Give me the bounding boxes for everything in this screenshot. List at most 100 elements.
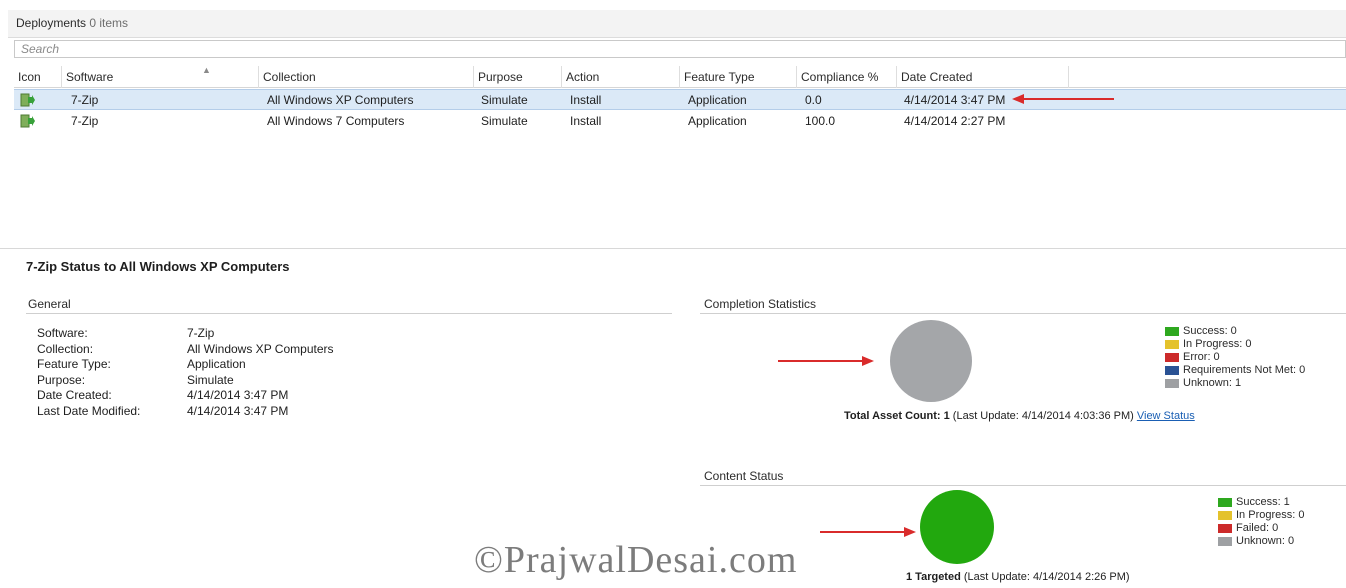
completion-summary: Total Asset Count: 1 (Last Update: 4/14/… [844,410,1195,422]
col-header-compliance[interactable]: Compliance % [797,66,897,88]
row-feature-type: Application [688,114,747,128]
legend-item-unknown: Unknown: 1 [1165,377,1305,390]
row-feature-type: Application [688,93,747,107]
legend-label: In Progress: 0 [1236,509,1305,521]
completion-pie-chart[interactable] [890,320,972,402]
col-header-feature-type[interactable]: Feature Type [680,66,797,88]
col-header-action[interactable]: Action [562,66,680,88]
general-section-heading: General [28,297,71,311]
legend-swatch [1218,524,1232,533]
col-header-collection[interactable]: Collection [259,66,474,88]
legend-item-in-progress: In Progress: 0 [1165,338,1305,351]
row-software: 7-Zip [71,114,99,128]
top-margin [0,0,1346,10]
content-status-heading: Content Status [704,469,784,483]
col-header-purpose[interactable]: Purpose [474,66,562,88]
legend-item-failed: Failed: 0 [1218,522,1304,535]
legend-swatch [1218,537,1232,546]
deployments-title-text: Deployments [16,16,87,30]
general-value: 4/14/2014 3:47 PM [187,388,289,402]
general-label: Collection: [37,341,94,356]
general-label: Last Date Modified: [37,403,141,418]
completion-section-divider [700,313,1346,314]
legend-label: Success: 1 [1236,496,1290,508]
legend-swatch [1165,353,1179,362]
general-value: All Windows XP Computers [187,341,334,356]
general-value: Application [187,357,246,371]
search-input[interactable] [15,41,1345,57]
general-value: Simulate [187,372,234,387]
row-purpose: Simulate [481,114,528,128]
legend-item-success: Success: 1 [1218,496,1304,509]
row-purpose: Simulate [481,93,528,107]
general-labels: Software: Collection: Feature Type: Purp… [37,326,140,419]
general-label: Purpose: [37,372,86,387]
legend-label: Unknown: 0 [1236,535,1295,547]
legend-swatch [1165,327,1179,336]
general-label: Software: [37,326,88,340]
annotation-arrow-icon [820,527,916,537]
total-asset-count: Total Asset Count: 1 [844,410,950,422]
legend-label: Success: 0 [1183,325,1237,337]
legend-swatch [1218,498,1232,507]
legend-item-in-progress: In Progress: 0 [1218,509,1304,522]
completion-legend: Success: 0 In Progress: 0 Error: 0 Requi… [1165,325,1305,390]
row-collection: All Windows XP Computers [267,93,414,107]
legend-item-requirements-not-met: Requirements Not Met: 0 [1165,364,1305,377]
content-summary: 1 Targeted (Last Update: 4/14/2014 2:26 … [906,571,1130,583]
row-compliance: 100.0 [805,114,836,128]
grid-header: Icon Software ▲ Collection Purpose Actio… [14,65,1346,88]
col-header-software[interactable]: Software ▲ [62,65,259,88]
deployments-title: Deployments 0 items [16,16,128,30]
row-action: Install [570,93,602,107]
pane-divider[interactable] [0,248,1346,249]
general-value: 7-Zip [187,326,215,340]
annotation-arrow-icon [778,356,874,366]
watermark: ©PrajwalDesai.com [474,539,798,581]
legend-label: Error: 0 [1183,351,1220,363]
legend-item-success: Success: 0 [1165,325,1305,338]
general-values: 7-Zip All Windows XP Computers Applicati… [187,326,334,419]
legend-swatch [1218,511,1232,520]
row-action: Install [570,114,602,128]
content-section-divider [700,485,1346,486]
row-compliance: 0.0 [805,93,822,107]
search-box[interactable] [14,40,1346,58]
legend-swatch [1165,340,1179,349]
deployments-header: Deployments 0 items [8,10,1346,38]
legend-swatch [1165,366,1179,375]
legend-item-unknown: Unknown: 0 [1218,535,1304,548]
general-section-divider [26,313,672,314]
legend-label: In Progress: 0 [1183,338,1252,350]
col-header-software-label: Software [66,70,114,84]
detail-pane-title: 7-Zip Status to All Windows XP Computers [26,259,290,274]
legend-label: Failed: 0 [1236,522,1279,534]
general-label: Date Created: [37,388,112,402]
row-software: 7-Zip [71,93,99,107]
application-icon [20,93,35,107]
table-row[interactable]: 7-Zip All Windows XP Computers Simulate … [14,89,1346,110]
legend-item-error: Error: 0 [1165,351,1305,364]
annotation-arrow-icon [1012,94,1114,104]
table-row[interactable]: 7-Zip All Windows 7 Computers Simulate I… [14,111,1346,132]
general-value: 4/14/2014 3:47 PM [187,403,289,418]
content-status-pie-chart[interactable] [920,490,994,564]
application-icon [20,114,35,128]
content-last-update: (Last Update: 4/14/2014 2:26 PM) [960,571,1130,583]
content-legend: Success: 1 In Progress: 0 Failed: 0 Unkn… [1218,496,1304,548]
row-date-created: 4/14/2014 3:47 PM [904,93,1006,107]
general-label: Feature Type: [37,357,111,371]
row-collection: All Windows 7 Computers [267,114,405,128]
targeted-count: 1 Targeted [906,571,961,583]
deployments-item-count: 0 items [89,16,129,30]
col-header-date-created[interactable]: Date Created [897,66,1069,88]
completion-last-update: (Last Update: 4/14/2014 4:03:36 PM) [949,410,1137,422]
legend-label: Requirements Not Met: 0 [1183,364,1306,376]
completion-statistics-heading: Completion Statistics [704,297,817,311]
row-date-created: 4/14/2014 2:27 PM [904,114,1006,128]
legend-swatch [1165,379,1179,388]
legend-label: Unknown: 1 [1183,377,1242,389]
sort-ascending-icon: ▲ [202,65,211,75]
col-header-icon[interactable]: Icon [14,66,62,88]
view-status-link[interactable]: View Status [1137,410,1195,422]
